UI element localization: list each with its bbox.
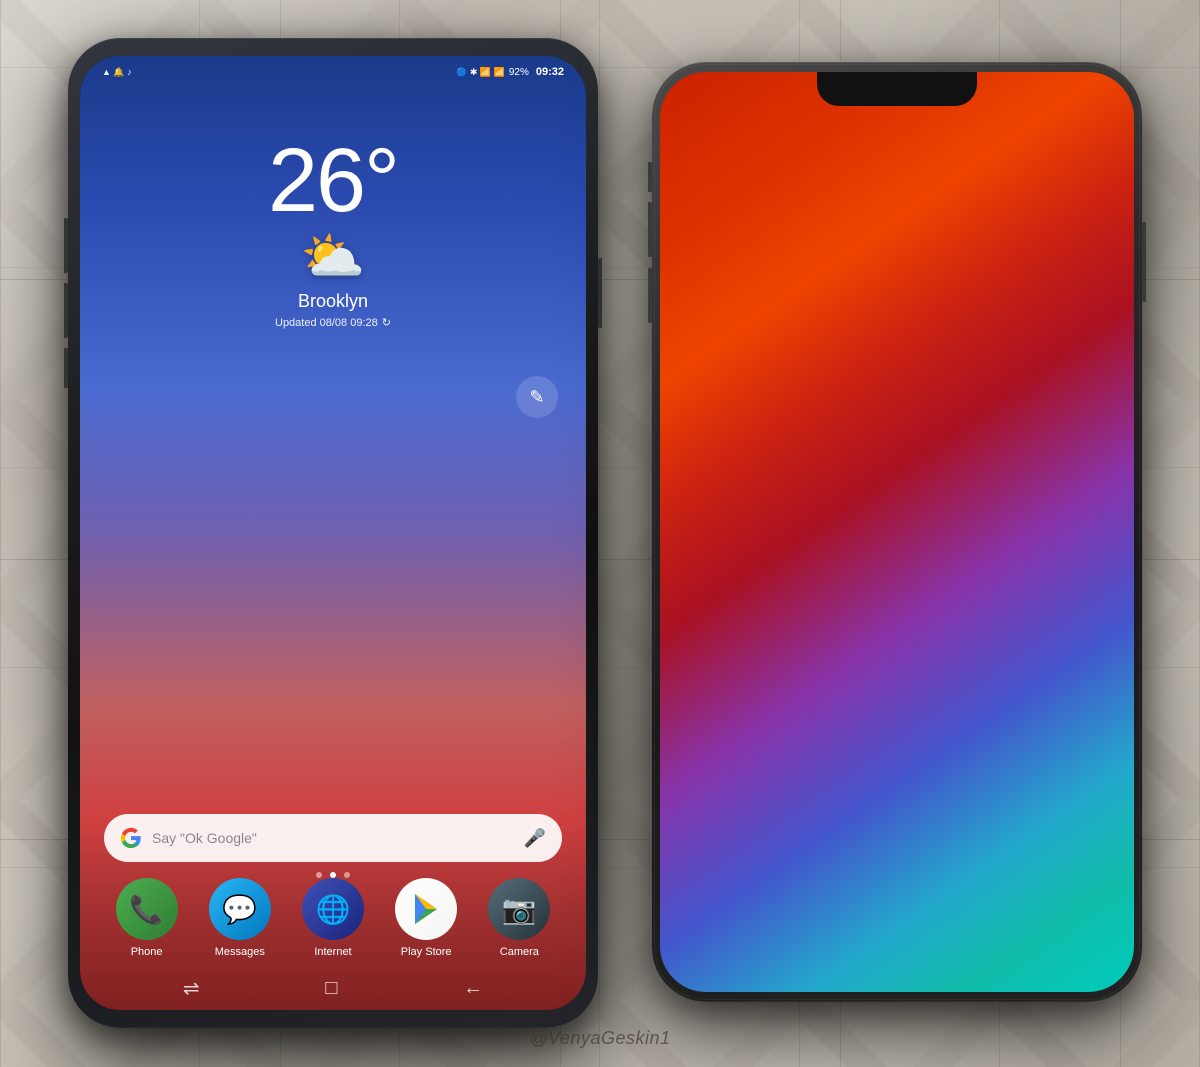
playstore-label: Play Store: [401, 946, 452, 958]
app-phone[interactable]: 📞 Phone: [116, 878, 178, 958]
app-playstore[interactable]: Play Store: [395, 878, 457, 958]
iphone: [652, 62, 1142, 1002]
mic-icon: 🎤: [524, 828, 546, 849]
iphone-volume-down-button[interactable]: [648, 268, 652, 323]
home-button[interactable]: □: [325, 977, 337, 1000]
samsung-volume-down-button[interactable]: [64, 283, 68, 338]
phones-container: ▲ 🔔 ♪ 🔵 ✱ 📶 📶 92% 09:32 26° ⛅ Brooklyn U…: [0, 0, 1200, 1067]
messages-icon: 💬: [209, 878, 271, 940]
phone-icon: 📞: [116, 878, 178, 940]
app-messages[interactable]: 💬 Messages: [209, 878, 271, 958]
connectivity-icons: 🔵 ✱ 📶 📶: [456, 67, 505, 78]
notification-icons: ▲ 🔔 ♪: [102, 67, 132, 78]
messages-label: Messages: [215, 946, 265, 958]
weather-updated: Updated 08/08 09:28 ↻: [275, 316, 391, 329]
iphone-notch: [817, 72, 977, 106]
battery-level: 92%: [509, 67, 529, 78]
iphone-power-button[interactable]: [1142, 222, 1146, 302]
internet-label: Internet: [314, 946, 351, 958]
app-camera[interactable]: 📷 Camera: [488, 878, 550, 958]
samsung-screen: ▲ 🔔 ♪ 🔵 ✱ 📶 📶 92% 09:32 26° ⛅ Brooklyn U…: [80, 56, 586, 1010]
google-searchbar[interactable]: Say "Ok Google" 🎤: [104, 814, 562, 862]
camera-icon: 📷: [488, 878, 550, 940]
iphone-body: [652, 62, 1142, 1002]
samsung-power-button[interactable]: [598, 258, 602, 328]
back-button[interactable]: ←: [463, 977, 483, 1000]
samsung-bixby-button[interactable]: [64, 348, 68, 388]
status-left-icons: ▲ 🔔 ♪: [102, 67, 132, 78]
iphone-silent-switch[interactable]: [648, 162, 652, 192]
playstore-icon: [395, 878, 457, 940]
internet-icon: 🌐: [302, 878, 364, 940]
refresh-icon: ↻: [382, 316, 391, 329]
weather-widget: 26° ⛅ Brooklyn Updated 08/08 09:28 ↻: [80, 136, 586, 329]
edit-button[interactable]: ✎: [516, 376, 558, 418]
iphone-screen: [660, 72, 1134, 992]
recent-apps-button[interactable]: ⇌: [183, 976, 200, 1001]
samsung-volume-up-button[interactable]: [64, 218, 68, 273]
weather-location: Brooklyn: [298, 291, 368, 312]
status-right-info: 🔵 ✱ 📶 📶 92% 09:32: [456, 66, 564, 78]
camera-label: Camera: [500, 946, 539, 958]
iphone-wallpaper: [660, 72, 1134, 992]
playstore-svg: [407, 890, 445, 928]
watermark: @VenyaGeskin1: [529, 1028, 670, 1049]
google-logo: [120, 827, 142, 849]
app-dock: 📞 Phone 💬 Messages 🌐 Internet: [80, 878, 586, 958]
iphone-volume-up-button[interactable]: [648, 202, 652, 257]
weather-condition-icon: ⛅: [301, 226, 366, 287]
samsung-navbar: ⇌ □ ←: [80, 966, 586, 1010]
app-internet[interactable]: 🌐 Internet: [302, 878, 364, 958]
weather-temperature: 26°: [268, 136, 398, 226]
status-time: 09:32: [536, 66, 564, 78]
search-placeholder: Say "Ok Google": [152, 830, 514, 846]
samsung-phone: ▲ 🔔 ♪ 🔵 ✱ 📶 📶 92% 09:32 26° ⛅ Brooklyn U…: [68, 38, 598, 1028]
samsung-statusbar: ▲ 🔔 ♪ 🔵 ✱ 📶 📶 92% 09:32: [80, 56, 586, 88]
samsung-body: ▲ 🔔 ♪ 🔵 ✱ 📶 📶 92% 09:32 26° ⛅ Brooklyn U…: [68, 38, 598, 1028]
phone-label: Phone: [131, 946, 163, 958]
